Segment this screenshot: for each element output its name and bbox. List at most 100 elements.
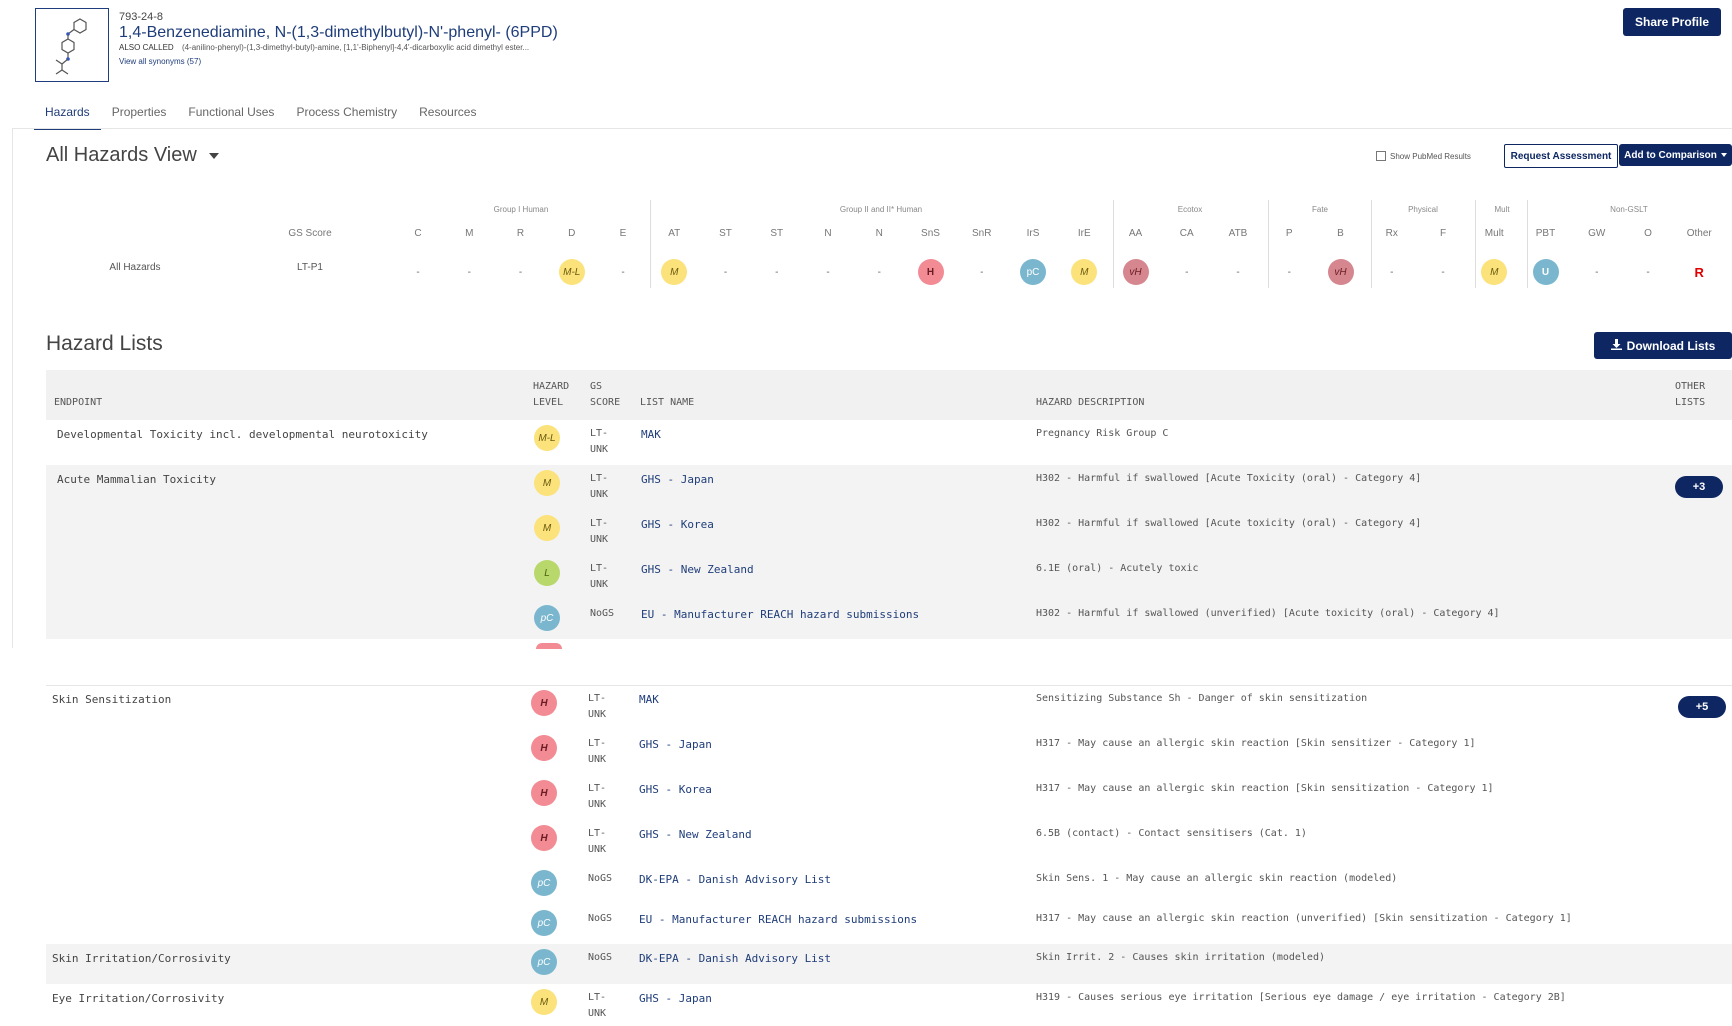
hazard-level-badge[interactable]: pC (1020, 259, 1046, 285)
hazard-column-header-ire: IrE (1077, 228, 1091, 239)
request-assessment-button[interactable]: Request Assessment (1504, 144, 1618, 168)
hazard-cell-empty: - (723, 266, 728, 278)
hazard-level-circle[interactable]: pC (531, 910, 557, 936)
hazard-level-circle[interactable]: pC (531, 870, 557, 896)
gs-score-cell: NoGS (588, 911, 612, 927)
tab-process-chemistry[interactable]: Process Chemistry (285, 96, 408, 128)
list-name[interactable]: GHS - Japan (641, 473, 714, 486)
list-name[interactable]: GHS - Japan (639, 992, 712, 1005)
cas-number: 793-24-8 (119, 11, 164, 23)
tab-resources[interactable]: Resources (408, 96, 487, 128)
gs-score-cell: LT- UNK (588, 691, 606, 723)
hazard-cell-empty: - (826, 266, 830, 278)
hazard-level-circle[interactable]: H (531, 735, 557, 761)
tab-properties[interactable]: Properties (101, 96, 178, 128)
share-profile-button[interactable]: Share Profile (1623, 8, 1721, 36)
gs-score-list-header: GS SCORE (590, 379, 620, 411)
download-lists-button[interactable]: Download Lists (1594, 332, 1732, 359)
group-label-mult: Mult (1494, 205, 1510, 214)
list-name[interactable]: EU - Manufacturer REACH hazard submissio… (641, 608, 919, 621)
hazard-description: H319 - Causes serious eye irritation [Se… (1036, 992, 1566, 1003)
hazard-level-badge[interactable]: R (1686, 259, 1712, 285)
chevron-down-icon (208, 152, 219, 159)
pubmed-toggle[interactable]: Show PubMed Results (1376, 151, 1471, 161)
gs-score-line1: NoGS (590, 608, 615, 619)
hazard-column-header-d: D (568, 228, 576, 239)
hazard-cell-empty: - (1185, 266, 1189, 278)
also-called-label: ALSO CALLED (119, 43, 174, 52)
hazard-level-circle[interactable]: H (531, 825, 557, 851)
gs-score-line2: UNK (590, 579, 609, 590)
group-label-non-gslt: Non-GSLT (1610, 205, 1648, 214)
gs-score-line2: UNK (590, 489, 609, 500)
group-label-fate: Fate (1311, 205, 1328, 214)
hazard-level-circle[interactable]: H (531, 690, 557, 716)
gs-score-line1: NoGS (588, 873, 613, 884)
panel-left-border (12, 128, 13, 648)
hazard-cell-empty: - (467, 266, 471, 278)
list-name[interactable]: MAK (641, 428, 661, 441)
hazard-level-circle[interactable]: pC (534, 605, 560, 631)
other-lists-header-line2: LISTS (1675, 397, 1706, 408)
hazard-level-circle[interactable]: M (534, 515, 560, 541)
other-lists-button[interactable]: +5 (1678, 696, 1726, 718)
hazard-level-circle[interactable]: pC (531, 949, 557, 975)
hazard-level-circle[interactable]: M-L (534, 425, 560, 451)
hazard-level-badge[interactable]: H (917, 259, 944, 285)
hazard-cell-empty: - (1390, 266, 1394, 278)
hazard-description-header: HAZARD DESCRIPTION (1036, 397, 1145, 408)
hazard-column-header-c: C (414, 228, 422, 239)
tab-divider (12, 128, 1732, 129)
tab-hazards[interactable]: Hazards (34, 96, 101, 130)
list-name[interactable]: DK-EPA - Danish Advisory List (639, 952, 831, 965)
gs-score-cell: LT- UNK (588, 781, 606, 813)
profile-tabs: Hazards Properties Functional Uses Proce… (34, 96, 487, 130)
hazard-level-badge[interactable]: M (661, 259, 688, 285)
hazard-column-header-st: ST (770, 228, 784, 239)
hazard-column-header-p: P (1285, 228, 1293, 239)
pubmed-checkbox[interactable] (1376, 151, 1386, 161)
hazard-level-circle[interactable]: H (531, 780, 557, 806)
list-name[interactable]: GHS - Korea (641, 518, 714, 531)
gs-score-cell: LT- UNK (590, 426, 608, 458)
list-name[interactable]: GHS - Japan (639, 738, 712, 751)
other-lists-header-line1: OTHER (1675, 381, 1706, 392)
gs-score-cell: NoGS (590, 606, 614, 622)
gs-score-line2: UNK (588, 754, 607, 765)
endpoint-name: Acute Mammalian Toxicity (57, 473, 216, 486)
group-separator (650, 200, 651, 288)
hazard-column-header-at: AT (668, 228, 681, 239)
list-name[interactable]: GHS - New Zealand (639, 828, 752, 841)
view-selector[interactable]: All Hazards View (46, 144, 219, 167)
gs-score-line2: UNK (588, 844, 607, 855)
structure-thumbnail[interactable] (35, 8, 109, 82)
hazard-level-badge[interactable]: vH (1122, 259, 1149, 285)
hazard-level-circle[interactable]: M (531, 989, 557, 1015)
list-name[interactable]: MAK (639, 693, 659, 706)
list-name[interactable]: EU - Manufacturer REACH hazard submissio… (639, 913, 917, 926)
hazard-level-badge[interactable]: U (1532, 259, 1559, 285)
endpoint-name: Developmental Toxicity incl. development… (57, 428, 428, 441)
other-lists-button[interactable]: +3 (1675, 476, 1723, 498)
group-separator (1527, 200, 1528, 288)
hazard-level-badge[interactable]: M (1481, 259, 1508, 285)
hazard-description: 6.5B (contact) - Contact sensitisers (Ca… (1036, 828, 1307, 839)
view-synonyms-link[interactable]: View all synonyms (57) (119, 57, 201, 66)
hazard-level-badge[interactable]: vH (1327, 259, 1354, 285)
hazard-column-header-r: R (516, 228, 525, 239)
group-label-physical: Physical (1408, 205, 1438, 214)
list-name[interactable]: GHS - New Zealand (641, 563, 754, 576)
group-separator (1371, 200, 1372, 288)
hazard-level-circle[interactable]: L (534, 560, 560, 586)
chemical-name: 1,4-Benzenediamine, N-(1,3-dimethylbutyl… (119, 24, 558, 41)
hazard-column-header-e: E (619, 228, 627, 239)
add-to-comparison-button[interactable]: Add to Comparison (1619, 144, 1732, 166)
list-name[interactable]: GHS - Korea (639, 783, 712, 796)
hazard-level-circle[interactable]: M (534, 470, 560, 496)
hazard-level-badge[interactable]: M-L (558, 259, 585, 285)
list-name[interactable]: DK-EPA - Danish Advisory List (639, 873, 831, 886)
group-separator (1113, 200, 1114, 288)
tab-functional-uses[interactable]: Functional Uses (177, 96, 285, 128)
hazard-level-badge[interactable]: M (1071, 259, 1098, 285)
gs-score-header: GS Score (288, 228, 332, 239)
